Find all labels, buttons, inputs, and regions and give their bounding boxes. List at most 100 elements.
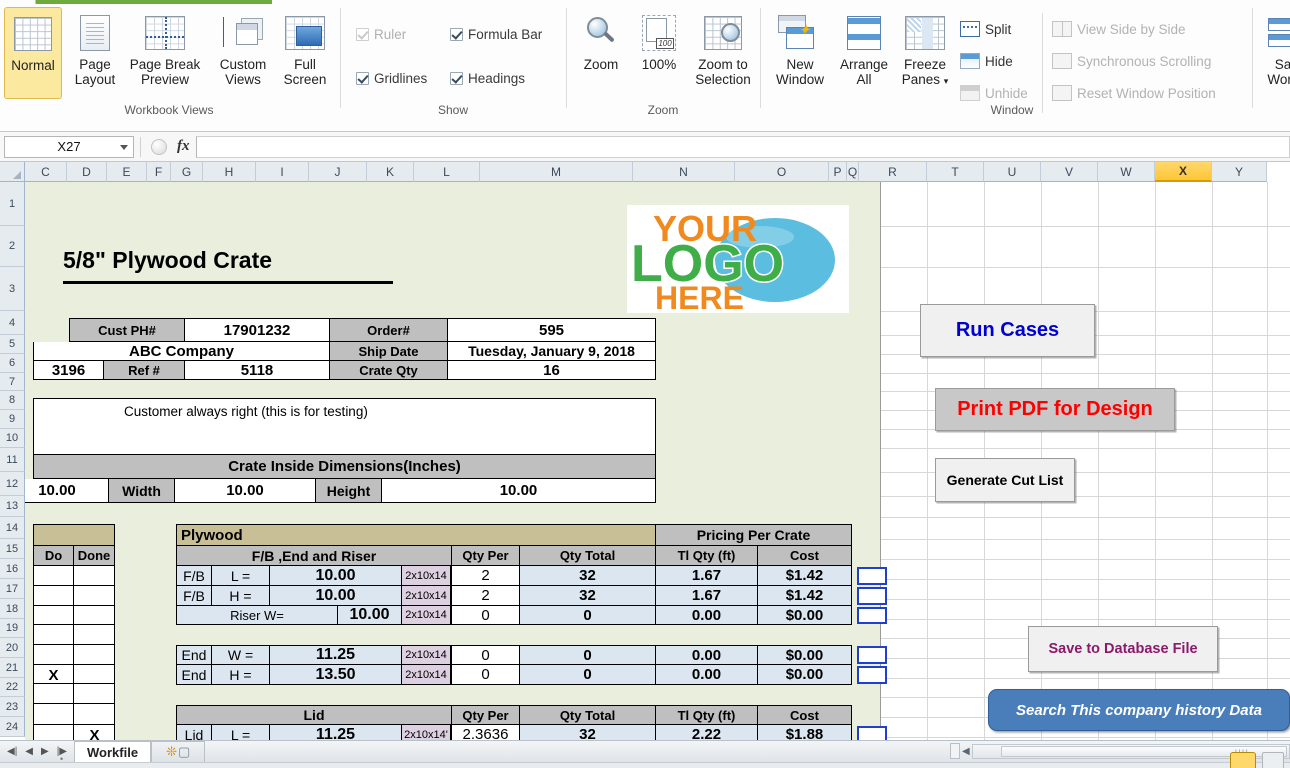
- new-window-button[interactable]: ✦ New Window: [766, 7, 834, 99]
- column-header-D[interactable]: D: [67, 162, 107, 182]
- column-header-M[interactable]: M: [480, 162, 633, 182]
- do-done-cell[interactable]: [33, 725, 74, 740]
- row-header-2[interactable]: 2: [0, 226, 25, 267]
- select-all-corner[interactable]: [0, 162, 25, 182]
- row-header-18[interactable]: 18: [0, 599, 25, 619]
- column-header-U[interactable]: U: [984, 162, 1041, 182]
- do-done-cell[interactable]: [33, 684, 74, 704]
- do-done-cell[interactable]: [33, 586, 74, 606]
- do-done-cell[interactable]: [33, 625, 74, 645]
- formula-expand-icon[interactable]: [151, 138, 167, 155]
- scroll-left-arrow[interactable]: ◀: [962, 746, 970, 757]
- row-header-1[interactable]: 1: [0, 182, 25, 226]
- column-header-P[interactable]: P: [829, 162, 847, 182]
- headings-checkbox-row[interactable]: Headings: [450, 71, 525, 86]
- row-header-12[interactable]: 12: [0, 472, 25, 496]
- do-done-cell[interactable]: [33, 566, 74, 586]
- row-header-7[interactable]: 7: [0, 373, 25, 391]
- plywood-row-checkbox-cell[interactable]: [857, 726, 887, 740]
- column-header-X[interactable]: X: [1155, 162, 1212, 182]
- row-header-14[interactable]: 14: [0, 517, 25, 539]
- formula-bar-checkbox-row[interactable]: Formula Bar: [450, 27, 542, 42]
- do-done-cell[interactable]: [74, 586, 115, 606]
- column-header-R[interactable]: R: [859, 162, 927, 182]
- row-header-15[interactable]: 15: [0, 539, 25, 559]
- ruler-checkbox-row[interactable]: Ruler: [356, 27, 406, 42]
- hide-button[interactable]: Hide: [960, 53, 1013, 69]
- row-header-11[interactable]: 11: [0, 448, 25, 472]
- row-header-8[interactable]: 8: [0, 391, 25, 410]
- arrange-all-button[interactable]: Arrange All: [834, 7, 894, 99]
- save-to-database-button[interactable]: Save to Database File: [1028, 626, 1218, 672]
- generate-cut-list-button[interactable]: Generate Cut List: [935, 458, 1075, 502]
- column-header-V[interactable]: V: [1041, 162, 1098, 182]
- plywood-row-checkbox-cell[interactable]: [857, 666, 887, 684]
- row-header-6[interactable]: 6: [0, 354, 25, 373]
- insert-function-icon[interactable]: fx: [177, 138, 190, 155]
- row-header-20[interactable]: 20: [0, 638, 25, 658]
- normal-view-status-icon[interactable]: [1230, 752, 1256, 768]
- zoom-button[interactable]: Zoom: [572, 7, 630, 99]
- column-header-C[interactable]: C: [25, 162, 67, 182]
- column-header-N[interactable]: N: [633, 162, 735, 182]
- do-done-cell[interactable]: [74, 665, 115, 684]
- formula-bar-checkbox[interactable]: [450, 28, 463, 41]
- column-header-L[interactable]: L: [414, 162, 480, 182]
- do-done-cell[interactable]: [74, 704, 115, 725]
- plywood-row-checkbox-cell[interactable]: [857, 567, 887, 585]
- prev-sheet-icon[interactable]: ◀: [25, 746, 33, 757]
- zoom-to-selection-button[interactable]: Zoom to Selection: [688, 7, 758, 99]
- row-header-17[interactable]: 17: [0, 579, 25, 599]
- ruler-checkbox[interactable]: [356, 28, 369, 41]
- row-header-9[interactable]: 9: [0, 410, 25, 429]
- row-header-5[interactable]: 5: [0, 335, 25, 354]
- freeze-panes-button[interactable]: Freeze Panes ▾: [894, 7, 956, 99]
- column-header-E[interactable]: E: [107, 162, 147, 182]
- save-workspace-button[interactable]: Sa Work: [1260, 7, 1290, 99]
- plywood-row-checkbox-cell[interactable]: [857, 607, 887, 624]
- sheet-surface[interactable]: 5/8" Plywood Crate YOUR LOGO HERE Cust P…: [25, 182, 1290, 740]
- headings-checkbox[interactable]: [450, 72, 463, 85]
- plywood-row-checkbox-cell[interactable]: [857, 646, 887, 664]
- page-layout-status-icon[interactable]: [1262, 752, 1284, 768]
- column-header-Y[interactable]: Y: [1212, 162, 1267, 182]
- column-header-W[interactable]: W: [1098, 162, 1155, 182]
- formula-input[interactable]: [195, 135, 1290, 158]
- row-header-24[interactable]: 24: [0, 717, 25, 737]
- row-header-16[interactable]: 16: [0, 559, 25, 579]
- column-header-H[interactable]: H: [203, 162, 256, 182]
- do-done-cell[interactable]: [74, 684, 115, 704]
- row-header-10[interactable]: 10: [0, 429, 25, 448]
- row-header-23[interactable]: 23: [0, 697, 25, 717]
- zoom-100-button[interactable]: 100 100%: [630, 7, 688, 99]
- column-header-K[interactable]: K: [367, 162, 414, 182]
- page-layout-button[interactable]: Page Layout: [64, 7, 126, 99]
- column-header-G[interactable]: G: [171, 162, 203, 182]
- column-header-Q[interactable]: Q: [847, 162, 859, 182]
- row-header-21[interactable]: 21: [0, 658, 25, 678]
- scroll-split-handle[interactable]: [950, 743, 960, 759]
- search-history-button[interactable]: Search This company history Data: [988, 689, 1290, 731]
- do-done-cell[interactable]: [33, 606, 74, 625]
- column-header-O[interactable]: O: [735, 162, 829, 182]
- do-done-cell[interactable]: [33, 645, 74, 665]
- split-button[interactable]: Split: [960, 21, 1011, 37]
- chevron-down-icon[interactable]: [120, 144, 128, 150]
- column-header-T[interactable]: T: [927, 162, 984, 182]
- row-header-4[interactable]: 4: [0, 311, 25, 335]
- run-cases-button[interactable]: Run Cases: [920, 304, 1095, 357]
- next-sheet-icon[interactable]: ▶: [41, 746, 49, 757]
- gridlines-checkbox-row[interactable]: Gridlines: [356, 71, 427, 86]
- page-break-preview-button[interactable]: Page Break Preview: [126, 7, 204, 99]
- do-done-cell[interactable]: [74, 606, 115, 625]
- row-header-3[interactable]: 3: [0, 267, 25, 311]
- full-screen-button[interactable]: Full Screen: [276, 7, 334, 99]
- sheet-tab-workfile[interactable]: Workfile: [74, 741, 152, 762]
- do-done-cell[interactable]: [74, 566, 115, 586]
- name-box[interactable]: X27: [4, 135, 134, 158]
- column-header-F[interactable]: F: [147, 162, 171, 182]
- gridlines-checkbox[interactable]: [356, 72, 369, 85]
- custom-views-button[interactable]: Custom Views: [210, 7, 276, 99]
- column-header-J[interactable]: J: [309, 162, 367, 182]
- plywood-row-checkbox-cell[interactable]: [857, 587, 887, 605]
